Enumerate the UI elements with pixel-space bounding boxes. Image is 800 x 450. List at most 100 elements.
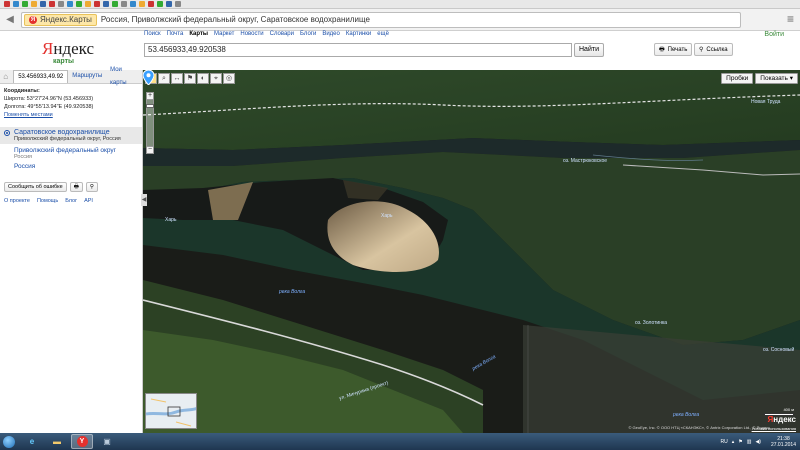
bookmark-icon[interactable]: [49, 1, 55, 7]
scale-label: 400 м: [783, 407, 794, 412]
result-item[interactable]: Приволжский федеральный округ Россия: [0, 144, 142, 160]
system-tray: RU ▴ ⚑ ▥ ◀) 21:38 27.01.2014: [720, 433, 796, 450]
volume-icon[interactable]: ◀): [755, 439, 761, 445]
sidebar-tabs: ⌂ 53.456933,49.92 Маршруты Мои карты: [0, 67, 142, 86]
service-link[interactable]: Картинки: [346, 31, 371, 37]
longitude-value: Долгота: 49°55'13.94"E (49.920538): [4, 104, 94, 110]
link-button[interactable]: ⚲ Ссылка: [694, 43, 733, 56]
result-selected[interactable]: Саратовское водохранилище Приволжский фе…: [0, 127, 142, 144]
windows-orb-icon: [3, 435, 15, 448]
site-chip[interactable]: Я Яндекс.Карты: [24, 13, 97, 26]
location-pin-icon[interactable]: [143, 70, 154, 85]
address-bar[interactable]: Я Яндекс.Карты Россия, Приволжский федер…: [21, 11, 741, 28]
pano-tool-icon[interactable]: ◐: [197, 73, 209, 84]
tab-search[interactable]: 53.456933,49.92: [13, 70, 69, 83]
yandex-map-brand[interactable]: Яндекс: [768, 415, 796, 424]
traffic-button[interactable]: Пробки: [721, 73, 754, 84]
lake-label: оз. Мастрюковское: [563, 158, 608, 164]
search-tool-icon[interactable]: ⌖: [210, 73, 222, 84]
bookmark-icon[interactable]: [40, 1, 46, 7]
bookmark-icon[interactable]: [94, 1, 100, 7]
service-link[interactable]: Видео: [322, 31, 340, 37]
bookmark-icon[interactable]: [13, 1, 19, 7]
camera-tool-icon[interactable]: ◎: [223, 73, 235, 84]
language-indicator[interactable]: RU: [720, 439, 727, 445]
bookmark-icon[interactable]: [175, 1, 181, 7]
zoom-slider[interactable]: [146, 100, 154, 146]
search-input[interactable]: 53.456933,49.920538: [144, 43, 572, 57]
logo-subtitle[interactable]: карты: [53, 58, 74, 65]
bookmark-icon[interactable]: [139, 1, 145, 7]
disk-icon[interactable]: ▣: [96, 434, 118, 449]
folder-icon[interactable]: ▬: [46, 434, 68, 449]
flag-icon[interactable]: ⚑: [738, 439, 742, 445]
service-link[interactable]: Словари: [270, 31, 294, 37]
yandex-browser-icon[interactable]: Y: [71, 434, 93, 449]
service-link[interactable]: Блоги: [300, 31, 316, 37]
bookmark-icon[interactable]: [148, 1, 154, 7]
selected-radio-icon: [4, 130, 10, 136]
bookmark-icon[interactable]: [103, 1, 109, 7]
footer-link[interactable]: Помощь: [37, 198, 58, 204]
route-tool-icon[interactable]: ⚑: [184, 73, 196, 84]
bookmark-icon[interactable]: [130, 1, 136, 7]
link-label: Ссылка: [706, 46, 728, 53]
bookmark-icon[interactable]: [85, 1, 91, 7]
bookmark-icon[interactable]: [31, 1, 37, 7]
tab-my-maps[interactable]: Мои карты: [106, 64, 142, 90]
terms-link[interactable]: Условия использования: [752, 426, 796, 431]
network-icon[interactable]: ▥: [747, 439, 752, 445]
menu-icon[interactable]: ≡: [787, 12, 794, 26]
zoom-knob[interactable]: [146, 104, 154, 108]
zoom-in-button[interactable]: +: [146, 92, 154, 100]
service-link[interactable]: Маркет: [214, 31, 234, 37]
zoom-out-button[interactable]: −: [146, 146, 154, 154]
island-label: Харь: [381, 213, 393, 219]
find-button[interactable]: Найти: [574, 43, 604, 57]
map-right-controls: Пробки Показать ▾: [721, 73, 798, 84]
footer-link[interactable]: Блог: [65, 198, 77, 204]
satellite-map[interactable]: ✋ ⌕ ↔ ⚑ ◐ ⌖ ◎ + − Пробки Показать ▾ река…: [143, 70, 800, 433]
tray-expand-icon[interactable]: ▴: [732, 439, 735, 445]
footer-link[interactable]: О проекте: [4, 198, 30, 204]
services-nav: Поиск Почта Карты Маркет Новости Словари Блоги…: [144, 31, 389, 37]
print-icon[interactable]: 🖶: [69, 182, 83, 192]
service-link[interactable]: ещё: [377, 31, 389, 37]
bookmark-icon[interactable]: [166, 1, 172, 7]
bookmark-icon[interactable]: [112, 1, 118, 7]
show-label: Показать: [760, 75, 788, 82]
back-icon[interactable]: ◀: [3, 13, 17, 27]
ie-icon[interactable]: e: [21, 434, 43, 449]
clock[interactable]: 21:38 27.01.2014: [771, 436, 796, 448]
magnifier-tool-icon[interactable]: ⌕: [158, 73, 170, 84]
bookmark-icon[interactable]: [22, 1, 28, 7]
collapse-sidebar-icon[interactable]: ◀: [141, 194, 147, 206]
ruler-tool-icon[interactable]: ↔: [171, 73, 183, 84]
sidebar-footer-links: О проекте Помощь Блог API: [4, 198, 138, 204]
service-link[interactable]: Новости: [240, 31, 263, 37]
link-icon[interactable]: ⚲: [85, 182, 98, 192]
bookmark-icon[interactable]: [58, 1, 64, 7]
service-link[interactable]: Карты: [189, 31, 208, 37]
bookmark-icon[interactable]: [67, 1, 73, 7]
yandex-logo[interactable]: Яндекс: [42, 39, 94, 59]
overview-minimap[interactable]: [145, 393, 197, 429]
result-item[interactable]: Россия: [0, 160, 142, 170]
service-link[interactable]: Поиск: [144, 31, 161, 37]
bookmark-icon[interactable]: [4, 1, 10, 7]
footer-link[interactable]: API: [84, 198, 93, 204]
bookmark-icon[interactable]: [121, 1, 127, 7]
bookmark-icon[interactable]: [157, 1, 163, 7]
print-button[interactable]: 🖶 Печать: [654, 43, 693, 56]
service-link[interactable]: Почта: [167, 31, 184, 37]
show-layers-button[interactable]: Показать ▾: [755, 73, 798, 84]
home-icon[interactable]: ⌂: [0, 72, 11, 81]
swap-coordinates-link[interactable]: Поменять местами: [4, 112, 53, 118]
tab-routes[interactable]: Маршруты: [68, 70, 106, 83]
login-link[interactable]: Войти: [764, 31, 784, 38]
start-button[interactable]: [0, 433, 18, 450]
clock-date: 27.01.2014: [770, 441, 796, 448]
bookmark-icon[interactable]: [76, 1, 82, 7]
report-error-button[interactable]: Сообщить об ошибке: [4, 182, 67, 192]
yandex-favicon-icon: Я: [29, 15, 37, 24]
